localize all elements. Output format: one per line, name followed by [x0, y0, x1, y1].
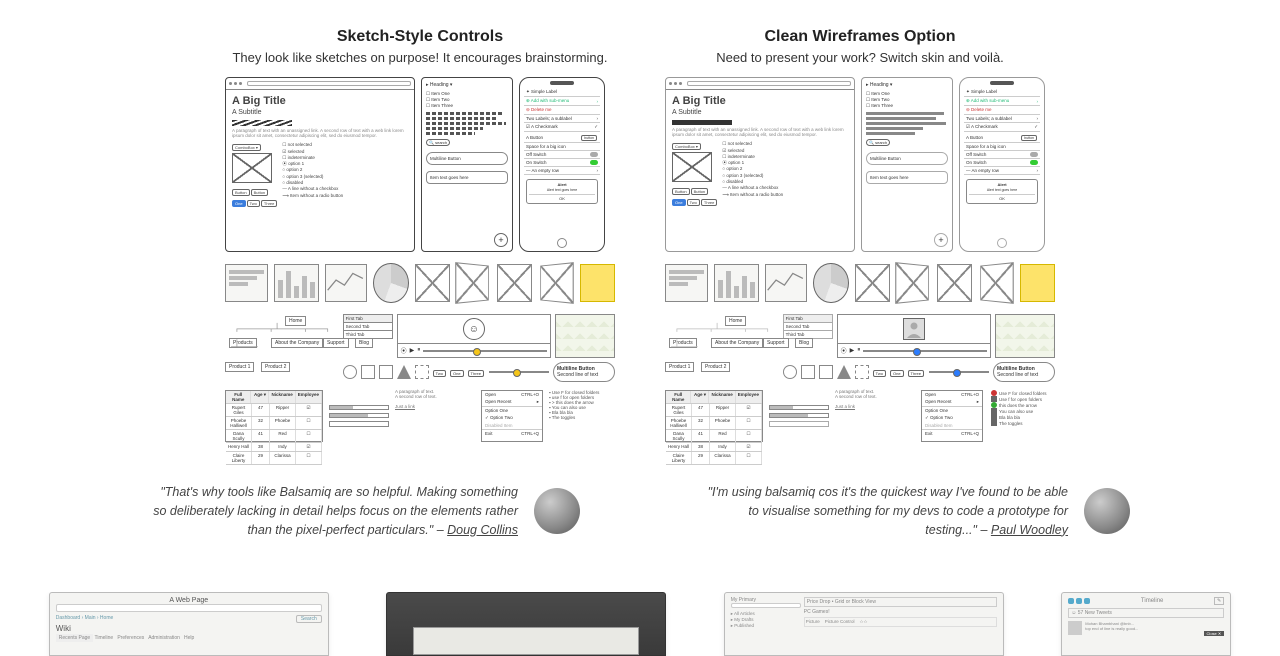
testimonial-2-author-link[interactable]: Paul Woodley — [991, 523, 1068, 537]
wf-subtitle: A Subtitle — [232, 108, 408, 117]
feature-columns: Sketch-Style Controls They look like ske… — [0, 0, 1280, 447]
coverflow-right-icon — [541, 262, 575, 304]
testimonial-1-avatar — [534, 488, 580, 534]
list-panel: ▸ Heading ▾ ☐ Item One☐ Item Two☐ Item T… — [421, 77, 513, 252]
multiline-button-2: Multiline ButtonSecond line of text — [553, 362, 615, 382]
avatar-icon: ☺ — [463, 318, 485, 340]
clean-column: Clean Wireframes Option Need to present … — [660, 28, 1060, 447]
thumb-1[interactable]: A Web Page Dashboard › Main › Home Searc… — [49, 592, 329, 656]
phone-mock: ✦ Simple Label ⊕ Add with sub-menu› ⊖ De… — [519, 77, 605, 252]
thumb-4[interactable]: Timeline✎ ☺ 57 New Tweets Mohan Bhambhan… — [1061, 592, 1231, 656]
sketch-sample-image: A Big Title A Subtitle A paragraph of te… — [225, 77, 615, 447]
testimonial-1-author-link[interactable]: Doug Collins — [447, 523, 518, 537]
paragraph-sample: A paragraph of text.A second row of text… — [395, 390, 475, 442]
browser-mock: A Big Title A Subtitle A paragraph of te… — [225, 77, 415, 252]
hbar-chart-icon — [225, 264, 268, 302]
pie-chart-icon — [373, 263, 408, 303]
placeholder-icon — [415, 264, 450, 302]
coverflow-center-icon — [497, 264, 532, 302]
testimonial-2-avatar — [1084, 488, 1130, 534]
progress-bars — [329, 390, 389, 442]
thumb-3[interactable]: My Primary ▸ All Articles▸ My Drafts▸ Pu… — [724, 592, 1004, 656]
shapes-row — [343, 365, 429, 379]
plus-icon: + — [494, 233, 508, 247]
clean-sample-image: A Big Title A Subtitle A paragraph of te… — [665, 77, 1055, 447]
image-placeholder-icon — [232, 153, 272, 183]
testimonial-2: "I'm using balsamiq cos it's the quickes… — [700, 483, 1130, 539]
bullet-list: Use F for closed foldersuse f for open f… — [549, 390, 615, 442]
testimonial-1: "That's why tools like Balsamiq are so h… — [150, 483, 580, 539]
clean-subtitle: Need to present your work? Switch skin a… — [660, 50, 1060, 65]
thumb-2[interactable] — [386, 592, 666, 656]
data-table: Full NameAge ▾NicknameEmployee Rupert Gi… — [225, 390, 323, 442]
video-player-icon: ☺ ⦿▶⏸ — [397, 314, 551, 358]
plus-icon: + — [934, 233, 948, 247]
scribble-icon — [232, 120, 292, 126]
line-chart-icon — [325, 264, 367, 302]
wf-big-title: A Big Title — [232, 94, 408, 108]
sketch-column: Sketch-Style Controls They look like ske… — [220, 28, 620, 447]
bottom-thumbnails: A Web Page Dashboard › Main › Home Searc… — [0, 592, 1280, 656]
sketch-subtitle: They look like sketches on purpose! It e… — [220, 50, 620, 65]
vbar-chart-icon — [274, 264, 319, 302]
testimonials-row: "That's why tools like Balsamiq are so h… — [0, 483, 1280, 539]
map-icon — [555, 314, 615, 358]
multiline-button: Multiline Button — [426, 152, 508, 165]
browser-mock-clean: A Big Title A Subtitle A paragraph of te… — [665, 77, 855, 252]
coverflow-left-icon — [455, 262, 489, 304]
home-button-icon — [557, 238, 567, 248]
clean-heading: Clean Wireframes Option — [660, 28, 1060, 46]
sitemap-icon: Home Products About the Company Support … — [225, 314, 337, 384]
context-menu: OpenCTRL+O Open Recent▸ Option One ✓ Opt… — [481, 390, 543, 442]
avatar-icon — [903, 318, 925, 340]
sticky-note-icon — [580, 264, 615, 302]
sketch-heading: Sketch-Style Controls — [220, 28, 620, 46]
